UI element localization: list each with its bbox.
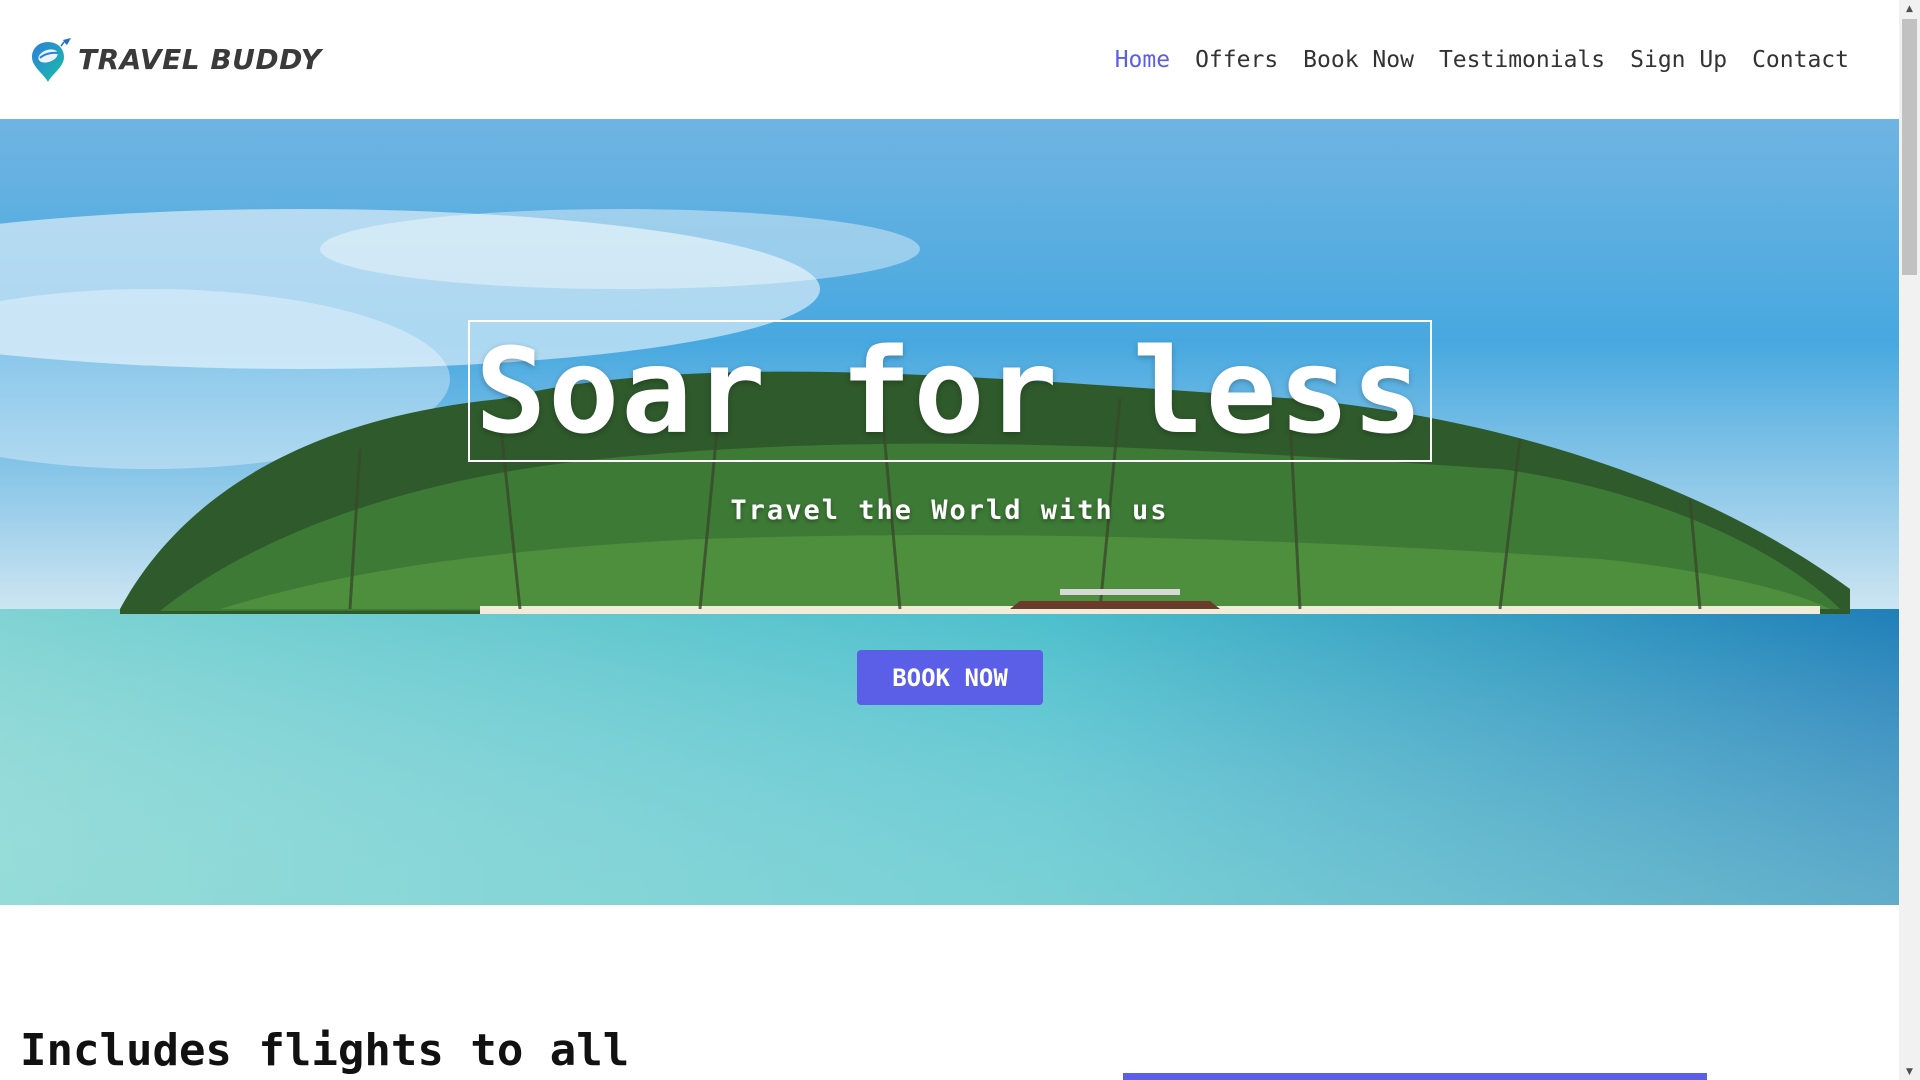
hero-subtitle: Travel the World with us <box>730 495 1169 526</box>
nav-item-testimonials[interactable]: Testimonials <box>1439 47 1605 73</box>
nav-item-contact[interactable]: Contact <box>1752 47 1849 73</box>
location-pin-plane-icon <box>32 37 71 82</box>
brand-name: TRAVEL BUDDY <box>78 43 322 76</box>
nav-item-offers[interactable]: Offers <box>1195 47 1278 73</box>
scroll-down-icon[interactable]: ▼ <box>1899 1063 1920 1080</box>
section-title: Includes flights to all <box>20 1025 630 1076</box>
hero-section: Soar for less Travel the World with us B… <box>0 119 1899 905</box>
hero-title: Soar for less <box>475 322 1425 460</box>
scroll-thumb[interactable] <box>1902 19 1917 275</box>
nav-item-sign-up[interactable]: Sign Up <box>1630 47 1727 73</box>
site-header: TRAVEL BUDDY Home Offers Book Now Testim… <box>0 0 1899 119</box>
nav-item-book-now[interactable]: Book Now <box>1303 47 1414 73</box>
book-now-button[interactable]: BOOK NOW <box>857 650 1043 705</box>
main-nav: Home Offers Book Now Testimonials Sign U… <box>1115 47 1849 73</box>
brand-logo[interactable]: TRAVEL BUDDY <box>30 36 321 84</box>
page-scrollbar[interactable]: ▲ ▼ <box>1899 0 1920 1080</box>
scroll-up-icon[interactable]: ▲ <box>1899 0 1920 17</box>
accent-bar <box>1123 1073 1707 1080</box>
nav-item-home[interactable]: Home <box>1115 47 1170 73</box>
hero-title-frame: Soar for less <box>468 320 1432 462</box>
